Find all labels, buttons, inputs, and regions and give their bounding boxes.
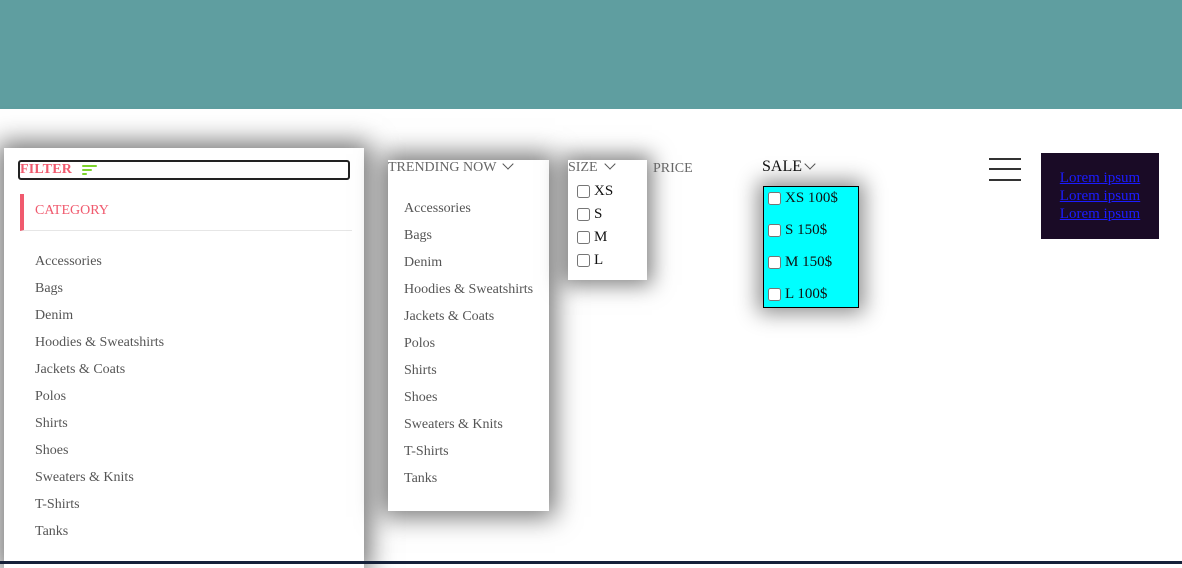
category-item[interactable]: T-Shirts	[35, 496, 164, 523]
sale-option-label: XS 100$	[785, 190, 838, 206]
sale-checkbox[interactable]	[768, 256, 781, 269]
sale-dropdown: XS 100$ S 150$ M 150$ L 100$	[763, 186, 859, 308]
category-item[interactable]: Shirts	[35, 415, 164, 442]
size-option-label: M	[594, 228, 608, 245]
size-option-label: S	[594, 205, 603, 222]
trending-item[interactable]: Tanks	[404, 470, 533, 497]
hamburger-menu-icon[interactable]	[989, 158, 1021, 182]
sale-option-label: S 150$	[785, 222, 828, 238]
trending-now-menu[interactable]: TRENDING NOW	[388, 158, 515, 176]
category-item[interactable]: Accessories	[35, 253, 164, 280]
trending-item[interactable]: Denim	[404, 254, 533, 281]
trending-item[interactable]: Sweaters & Knits	[404, 416, 533, 443]
category-header[interactable]: CATEGORY	[20, 194, 352, 231]
size-checkbox[interactable]	[577, 184, 590, 198]
sale-label: SALE	[762, 158, 802, 175]
size-menu[interactable]: SIZE	[568, 158, 616, 176]
category-item[interactable]: Bags	[35, 280, 164, 307]
category-item[interactable]: Denim	[35, 307, 164, 334]
filter-label: FILTER	[20, 162, 73, 177]
category-item[interactable]: Polos	[35, 388, 164, 415]
trending-list: Accessories Bags Denim Hoodies & Sweatsh…	[404, 200, 533, 497]
sale-checkbox[interactable]	[768, 192, 781, 205]
sale-menu[interactable]: SALE	[762, 158, 816, 176]
trending-item[interactable]: T-Shirts	[404, 443, 533, 470]
size-checkbox[interactable]	[577, 207, 590, 221]
size-option-xs[interactable]: XS	[577, 181, 613, 201]
category-item[interactable]: Shoes	[35, 442, 164, 469]
size-checkbox[interactable]	[577, 253, 590, 267]
trending-item[interactable]: Bags	[404, 227, 533, 254]
trending-item[interactable]: Shoes	[404, 389, 533, 416]
size-option-s[interactable]: S	[577, 204, 602, 224]
size-option-label: L	[594, 251, 604, 268]
filter-panel: FILTER CATEGORY Accessories Bags Denim H…	[4, 148, 364, 568]
trending-item[interactable]: Polos	[404, 335, 533, 362]
category-item[interactable]: Hoodies & Sweatshirts	[35, 334, 164, 361]
top-banner	[0, 0, 1182, 109]
sale-option-m[interactable]: M 150$	[768, 254, 832, 271]
sale-option-label: L 100$	[785, 286, 828, 302]
category-item[interactable]: Sweaters & Knits	[35, 469, 164, 496]
chevron-down-icon	[804, 158, 816, 170]
sale-option-s[interactable]: S 150$	[768, 222, 827, 239]
size-option-label: XS	[594, 182, 614, 199]
chevron-down-icon	[603, 158, 616, 170]
lorem-link[interactable]: Lorem ipsum	[1041, 187, 1159, 205]
price-menu[interactable]: PRICE	[653, 161, 693, 177]
lorem-box: Lorem ipsum Lorem ipsum Lorem ipsum	[1041, 153, 1159, 239]
lorem-link[interactable]: Lorem ipsum	[1041, 205, 1159, 223]
category-label: CATEGORY	[35, 203, 109, 218]
sale-option-label: M 150$	[785, 254, 833, 270]
size-checkbox[interactable]	[577, 230, 590, 244]
size-option-m[interactable]: M	[577, 227, 607, 247]
sale-option-xs[interactable]: XS 100$	[768, 190, 838, 207]
trending-item[interactable]: Accessories	[404, 200, 533, 227]
size-label: SIZE	[568, 160, 598, 175]
trending-item[interactable]: Hoodies & Sweatshirts	[404, 281, 533, 308]
trending-item[interactable]: Shirts	[404, 362, 533, 389]
sale-checkbox[interactable]	[768, 288, 781, 301]
category-list: Accessories Bags Denim Hoodies & Sweatsh…	[35, 253, 164, 550]
sale-option-l[interactable]: L 100$	[768, 286, 827, 303]
lorem-link[interactable]: Lorem ipsum	[1041, 169, 1159, 187]
filter-icon	[82, 165, 98, 177]
trending-now-label: TRENDING NOW	[388, 160, 497, 175]
category-item[interactable]: Jackets & Coats	[35, 361, 164, 388]
category-item[interactable]: Tanks	[35, 523, 164, 550]
chevron-down-icon	[502, 158, 515, 170]
sale-checkbox[interactable]	[768, 224, 781, 237]
trending-dropdown: Accessories Bags Denim Hoodies & Sweatsh…	[388, 160, 549, 511]
size-dropdown: SIZE XS S M L	[568, 158, 647, 280]
filter-toggle[interactable]: FILTER	[18, 160, 350, 180]
size-option-l[interactable]: L	[577, 250, 603, 270]
trending-item[interactable]: Jackets & Coats	[404, 308, 533, 335]
